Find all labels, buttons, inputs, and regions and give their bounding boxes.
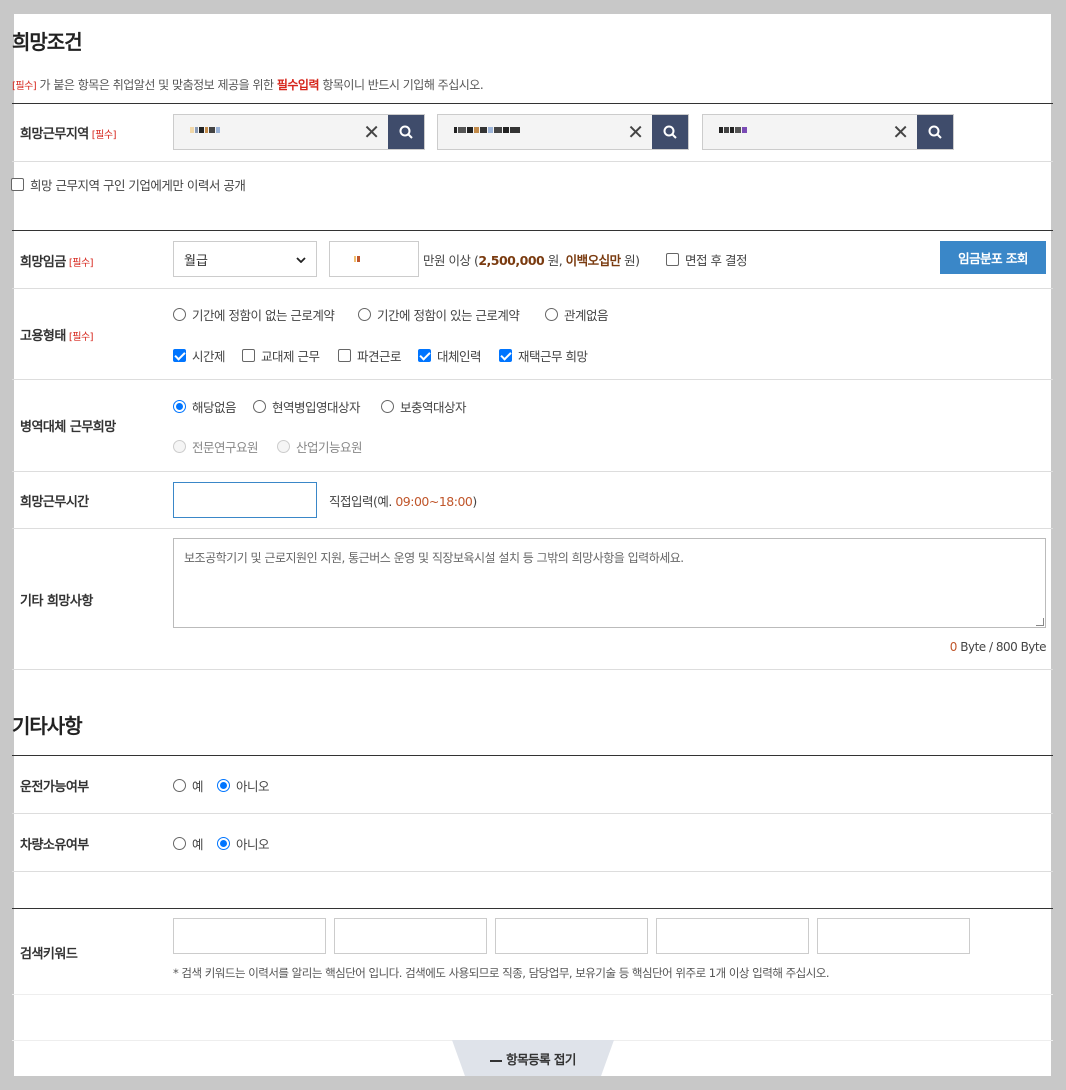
divider: [12, 755, 1053, 756]
option-shift-work[interactable]: 교대제 근무: [242, 346, 320, 365]
keyword-label: 검색키워드: [20, 947, 78, 962]
section-title-other: 기타사항: [12, 714, 83, 738]
byte-counter: 0 Byte / 800 Byte: [949, 640, 1047, 654]
keyword-input-1[interactable]: [173, 918, 326, 954]
etc-textarea[interactable]: 보조공학기기 및 근로지원인 지원, 통근버스 운영 및 직장보육시설 설치 등…: [173, 538, 1046, 628]
keyword-note: * 검색 키워드는 이력서를 알리는 핵심단어 입니다. 검색에도 사용되므로 …: [173, 966, 830, 980]
military-radio-supplementary[interactable]: 보충역대상자: [381, 397, 467, 416]
military-radio-active[interactable]: 현역병입영대상자: [253, 397, 361, 416]
keyword-input-3[interactable]: [495, 918, 648, 954]
resume-form: 희망조건 [필수] 가 붙은 항목은 취업알선 및 맞춤정보 제공을 위한 필수…: [11, 14, 1053, 1076]
vehicle-radio-yes[interactable]: 예: [173, 834, 204, 853]
divider: [12, 161, 1053, 162]
contract-radio-fixed[interactable]: 기간에 정함이 있는 근로계약: [358, 305, 520, 324]
hours-input[interactable]: [173, 482, 317, 518]
salary-lookup-button[interactable]: 임금분포 조회: [940, 241, 1046, 274]
contract-radio-indefinite[interactable]: 기간에 정함이 없는 근로계약: [173, 305, 335, 324]
military-radio-none[interactable]: 해당없음: [173, 397, 237, 416]
search-icon[interactable]: [388, 115, 424, 149]
salary-type-select[interactable]: 월급: [173, 241, 317, 277]
military-radio-researcher: 전문연구요원: [173, 437, 259, 456]
divider: [12, 103, 1053, 104]
option-remote[interactable]: 재택근무 희망: [499, 346, 588, 365]
search-icon[interactable]: [652, 115, 688, 149]
region-label: 희망근무지역 [필수]: [20, 127, 116, 142]
section-title-hope: 희망조건: [12, 30, 83, 54]
divider: [12, 994, 1053, 995]
military-label: 병역대체 근무희망: [20, 420, 116, 435]
divider: [12, 669, 1053, 670]
region-public-only-checkbox[interactable]: 희망 근무지역 구인 기업에게만 이력서 공개: [11, 175, 246, 194]
divider: [12, 288, 1053, 289]
clear-icon[interactable]: ✕: [363, 121, 380, 143]
search-icon[interactable]: [917, 115, 953, 149]
clear-icon[interactable]: ✕: [892, 121, 909, 143]
clear-icon[interactable]: ✕: [627, 121, 644, 143]
option-part-time[interactable]: 시간제: [173, 346, 226, 365]
chevron-down-icon: [296, 252, 306, 267]
region-field-1[interactable]: ✕: [173, 114, 425, 150]
divider: [12, 528, 1053, 529]
required-notice: [필수] 가 붙은 항목은 취업알선 및 맞춤정보 제공을 위한 필수입력 항목…: [12, 78, 484, 92]
driving-label: 운전가능여부: [20, 780, 89, 795]
keyword-input-2[interactable]: [334, 918, 487, 954]
salary-amount-input[interactable]: [329, 241, 419, 277]
resize-grip-icon[interactable]: [1036, 618, 1044, 626]
divider: [12, 379, 1053, 380]
fold-items-button[interactable]: 항목등록 접기: [452, 1040, 614, 1076]
hours-label: 희망근무시간: [20, 495, 89, 510]
employment-label: 고용형태 [필수]: [20, 329, 94, 344]
military-radio-industrial: 산업기능요원: [277, 437, 363, 456]
driving-radio-yes[interactable]: 예: [173, 776, 204, 795]
divider: [12, 871, 1053, 872]
salary-info: 만원 이상 (2,500,000 원, 이백오십만 원): [423, 253, 640, 268]
vehicle-label: 차량소유여부: [20, 838, 89, 853]
interview-decide-checkbox[interactable]: 면접 후 결정: [666, 250, 747, 269]
divider: [12, 230, 1053, 231]
contract-radio-any[interactable]: 관계없음: [545, 305, 609, 324]
option-substitute[interactable]: 대체인력: [418, 346, 482, 365]
etc-label: 기타 희망사항: [20, 594, 93, 609]
divider: [12, 813, 1053, 814]
minus-icon: [490, 1051, 503, 1066]
divider: [12, 471, 1053, 472]
region-field-3[interactable]: ✕: [702, 114, 954, 150]
divider: [12, 908, 1053, 909]
region-field-2[interactable]: ✕: [437, 114, 689, 150]
keyword-input-5[interactable]: [817, 918, 970, 954]
hours-hint: 직접입력(예. 09:00~18:00): [329, 494, 477, 509]
vehicle-radio-no[interactable]: 아니오: [217, 834, 270, 853]
driving-radio-no[interactable]: 아니오: [217, 776, 270, 795]
salary-label: 희망임금 [필수]: [20, 255, 94, 270]
option-dispatch[interactable]: 파견근로: [338, 346, 402, 365]
keyword-input-4[interactable]: [656, 918, 809, 954]
